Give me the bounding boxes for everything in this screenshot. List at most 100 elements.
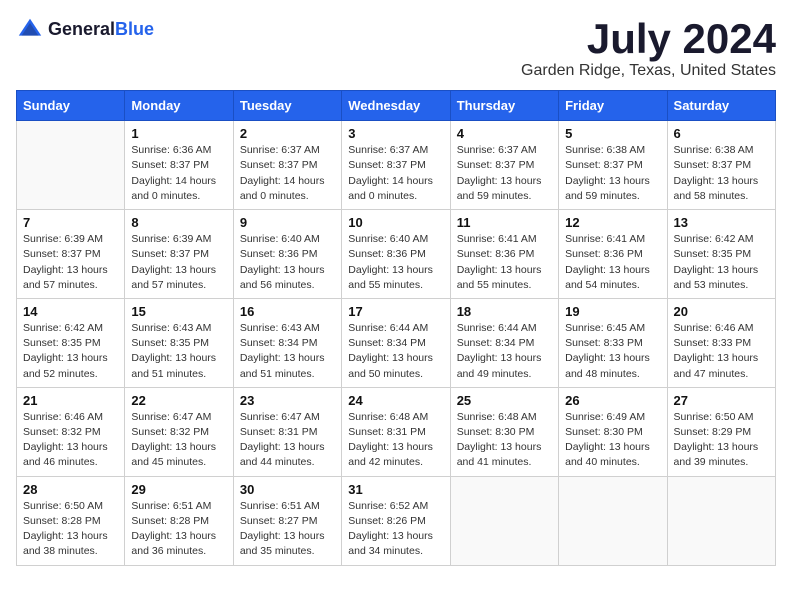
calendar-cell: 22 Sunrise: 6:47 AM Sunset: 8:32 PM Dayli… bbox=[125, 387, 233, 476]
day-number: 2 bbox=[240, 126, 335, 141]
calendar-cell: 4 Sunrise: 6:37 AM Sunset: 8:37 PM Daylig… bbox=[450, 121, 558, 210]
day-content: Sunrise: 6:37 AM Sunset: 8:37 PM Dayligh… bbox=[457, 143, 552, 204]
day-number: 6 bbox=[674, 126, 769, 141]
day-number: 11 bbox=[457, 215, 552, 230]
day-content: Sunrise: 6:44 AM Sunset: 8:34 PM Dayligh… bbox=[457, 321, 552, 382]
day-content: Sunrise: 6:50 AM Sunset: 8:28 PM Dayligh… bbox=[23, 499, 118, 560]
day-content: Sunrise: 6:39 AM Sunset: 8:37 PM Dayligh… bbox=[23, 232, 118, 293]
calendar-table: Sunday Monday Tuesday Wednesday Thursday… bbox=[16, 90, 776, 565]
calendar-cell: 2Sunrise: 6:37 AM Sunset: 8:37 PM Daylig… bbox=[233, 121, 341, 210]
logo-icon bbox=[16, 16, 44, 44]
calendar-header-row: Sunday Monday Tuesday Wednesday Thursday… bbox=[17, 91, 776, 121]
day-content: Sunrise: 6:50 AM Sunset: 8:29 PM Dayligh… bbox=[674, 410, 769, 471]
logo: GeneralBlue bbox=[16, 16, 154, 44]
calendar-cell: 27 Sunrise: 6:50 AM Sunset: 8:29 PM Dayli… bbox=[667, 387, 775, 476]
calendar-cell: 31Sunrise: 6:52 AM Sunset: 8:26 PM Dayli… bbox=[342, 476, 450, 565]
calendar-cell: 19Sunrise: 6:45 AM Sunset: 8:33 PM Dayli… bbox=[559, 298, 667, 387]
day-content: Sunrise: 6:36 AM Sunset: 8:37 PM Dayligh… bbox=[131, 143, 226, 204]
subtitle: Garden Ridge, Texas, United States bbox=[521, 62, 776, 80]
calendar-cell: 10Sunrise: 6:40 AM Sunset: 8:36 PM Dayli… bbox=[342, 210, 450, 299]
calendar-cell bbox=[17, 121, 125, 210]
day-number: 15 bbox=[131, 304, 226, 319]
day-content: Sunrise: 6:41 AM Sunset: 8:36 PM Dayligh… bbox=[457, 232, 552, 293]
calendar-cell: 26 Sunrise: 6:49 AM Sunset: 8:30 PM Dayli… bbox=[559, 387, 667, 476]
main-title: July 2024 bbox=[521, 16, 776, 62]
day-content: Sunrise: 6:48 AM Sunset: 8:30 PM Dayligh… bbox=[457, 410, 552, 471]
col-wednesday: Wednesday bbox=[342, 91, 450, 121]
col-thursday: Thursday bbox=[450, 91, 558, 121]
calendar-cell: 20 Sunrise: 6:46 AM Sunset: 8:33 PM Dayli… bbox=[667, 298, 775, 387]
calendar-cell bbox=[667, 476, 775, 565]
day-content: Sunrise: 6:51 AM Sunset: 8:27 PM Dayligh… bbox=[240, 499, 335, 560]
calendar-cell: 14Sunrise: 6:42 AM Sunset: 8:35 PM Dayli… bbox=[17, 298, 125, 387]
day-number: 7 bbox=[23, 215, 118, 230]
calendar-cell: 29Sunrise: 6:51 AM Sunset: 8:28 PM Dayli… bbox=[125, 476, 233, 565]
logo-general: GeneralBlue bbox=[48, 20, 154, 40]
calendar-week-row: 1 Sunrise: 6:36 AM Sunset: 8:37 PM Daylig… bbox=[17, 121, 776, 210]
calendar-cell bbox=[450, 476, 558, 565]
calendar-cell: 9 Sunrise: 6:40 AM Sunset: 8:36 PM Daylig… bbox=[233, 210, 341, 299]
day-number: 3 bbox=[348, 126, 443, 141]
col-saturday: Saturday bbox=[667, 91, 775, 121]
calendar-cell: 18 Sunrise: 6:44 AM Sunset: 8:34 PM Dayli… bbox=[450, 298, 558, 387]
calendar-cell: 6 Sunrise: 6:38 AM Sunset: 8:37 PM Daylig… bbox=[667, 121, 775, 210]
day-content: Sunrise: 6:37 AM Sunset: 8:37 PM Dayligh… bbox=[348, 143, 443, 204]
day-content: Sunrise: 6:40 AM Sunset: 8:36 PM Dayligh… bbox=[240, 232, 335, 293]
day-number: 21 bbox=[23, 393, 118, 408]
day-content: Sunrise: 6:51 AM Sunset: 8:28 PM Dayligh… bbox=[131, 499, 226, 560]
day-content: Sunrise: 6:39 AM Sunset: 8:37 PM Dayligh… bbox=[131, 232, 226, 293]
calendar-cell: 17 Sunrise: 6:44 AM Sunset: 8:34 PM Dayli… bbox=[342, 298, 450, 387]
calendar-cell: 16 Sunrise: 6:43 AM Sunset: 8:34 PM Dayli… bbox=[233, 298, 341, 387]
day-number: 26 bbox=[565, 393, 660, 408]
day-number: 1 bbox=[131, 126, 226, 141]
header: GeneralBlue July 2024 Garden Ridge, Texa… bbox=[16, 16, 776, 80]
day-number: 18 bbox=[457, 304, 552, 319]
day-number: 5 bbox=[565, 126, 660, 141]
day-number: 9 bbox=[240, 215, 335, 230]
day-number: 17 bbox=[348, 304, 443, 319]
day-number: 10 bbox=[348, 215, 443, 230]
calendar-cell bbox=[559, 476, 667, 565]
day-number: 12 bbox=[565, 215, 660, 230]
day-content: Sunrise: 6:47 AM Sunset: 8:32 PM Dayligh… bbox=[131, 410, 226, 471]
calendar-cell: 1 Sunrise: 6:36 AM Sunset: 8:37 PM Daylig… bbox=[125, 121, 233, 210]
calendar-cell: 13Sunrise: 6:42 AM Sunset: 8:35 PM Dayli… bbox=[667, 210, 775, 299]
calendar-cell: 15 Sunrise: 6:43 AM Sunset: 8:35 PM Dayli… bbox=[125, 298, 233, 387]
day-content: Sunrise: 6:43 AM Sunset: 8:34 PM Dayligh… bbox=[240, 321, 335, 382]
day-number: 16 bbox=[240, 304, 335, 319]
day-number: 23 bbox=[240, 393, 335, 408]
day-number: 22 bbox=[131, 393, 226, 408]
calendar-cell: 5 Sunrise: 6:38 AM Sunset: 8:37 PM Daylig… bbox=[559, 121, 667, 210]
col-sunday: Sunday bbox=[17, 91, 125, 121]
day-content: Sunrise: 6:44 AM Sunset: 8:34 PM Dayligh… bbox=[348, 321, 443, 382]
day-content: Sunrise: 6:46 AM Sunset: 8:32 PM Dayligh… bbox=[23, 410, 118, 471]
calendar-cell: 23 Sunrise: 6:47 AM Sunset: 8:31 PM Dayli… bbox=[233, 387, 341, 476]
day-content: Sunrise: 6:48 AM Sunset: 8:31 PM Dayligh… bbox=[348, 410, 443, 471]
day-content: Sunrise: 6:49 AM Sunset: 8:30 PM Dayligh… bbox=[565, 410, 660, 471]
calendar-cell: 8Sunrise: 6:39 AM Sunset: 8:37 PM Daylig… bbox=[125, 210, 233, 299]
calendar-week-row: 21 Sunrise: 6:46 AM Sunset: 8:32 PM Dayli… bbox=[17, 387, 776, 476]
calendar-cell: 25Sunrise: 6:48 AM Sunset: 8:30 PM Dayli… bbox=[450, 387, 558, 476]
page-container: GeneralBlue July 2024 Garden Ridge, Texa… bbox=[16, 16, 776, 566]
calendar-cell: 3 Sunrise: 6:37 AM Sunset: 8:37 PM Daylig… bbox=[342, 121, 450, 210]
day-content: Sunrise: 6:41 AM Sunset: 8:36 PM Dayligh… bbox=[565, 232, 660, 293]
calendar-cell: 28 Sunrise: 6:50 AM Sunset: 8:28 PM Dayli… bbox=[17, 476, 125, 565]
calendar-cell: 21 Sunrise: 6:46 AM Sunset: 8:32 PM Dayli… bbox=[17, 387, 125, 476]
day-number: 19 bbox=[565, 304, 660, 319]
calendar-cell: 11 Sunrise: 6:41 AM Sunset: 8:36 PM Dayli… bbox=[450, 210, 558, 299]
day-number: 27 bbox=[674, 393, 769, 408]
day-number: 14 bbox=[23, 304, 118, 319]
day-content: Sunrise: 6:43 AM Sunset: 8:35 PM Dayligh… bbox=[131, 321, 226, 382]
day-number: 4 bbox=[457, 126, 552, 141]
day-content: Sunrise: 6:38 AM Sunset: 8:37 PM Dayligh… bbox=[674, 143, 769, 204]
day-number: 28 bbox=[23, 482, 118, 497]
day-content: Sunrise: 6:38 AM Sunset: 8:37 PM Dayligh… bbox=[565, 143, 660, 204]
calendar-week-row: 7 Sunrise: 6:39 AM Sunset: 8:37 PM Daylig… bbox=[17, 210, 776, 299]
day-number: 20 bbox=[674, 304, 769, 319]
col-friday: Friday bbox=[559, 91, 667, 121]
day-content: Sunrise: 6:47 AM Sunset: 8:31 PM Dayligh… bbox=[240, 410, 335, 471]
day-content: Sunrise: 6:46 AM Sunset: 8:33 PM Dayligh… bbox=[674, 321, 769, 382]
calendar-week-row: 28 Sunrise: 6:50 AM Sunset: 8:28 PM Dayli… bbox=[17, 476, 776, 565]
day-number: 30 bbox=[240, 482, 335, 497]
calendar-week-row: 14Sunrise: 6:42 AM Sunset: 8:35 PM Dayli… bbox=[17, 298, 776, 387]
